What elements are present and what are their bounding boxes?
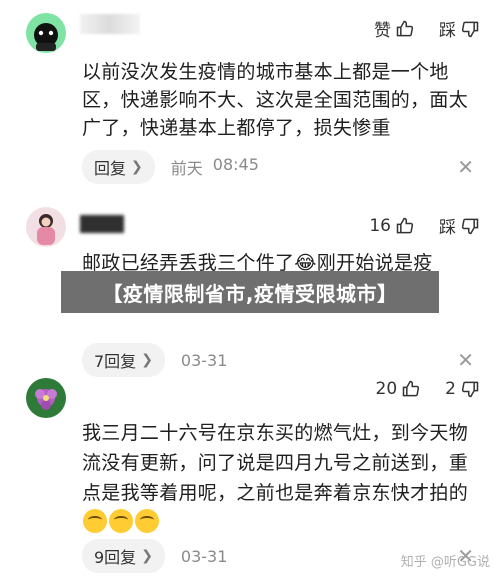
avatar[interactable] <box>26 13 66 53</box>
comment-text-body: 我三月二十六号在京东买的燃气灶，到今天物流没有更新，问了说是四月九号之前送到，重… <box>82 422 469 504</box>
like-button[interactable]: 20 <box>376 379 422 399</box>
close-icon[interactable]: ✕ <box>457 155 474 179</box>
dislike-label: 踩 <box>439 218 456 238</box>
like-count: 20 <box>375 379 398 399</box>
comment-meta: 03-31 <box>181 547 228 566</box>
thumbs-down-icon <box>461 381 479 398</box>
avatar[interactable] <box>26 378 66 418</box>
astonished-emoji-icon <box>83 509 107 533</box>
astonished-emoji-icon <box>135 509 159 533</box>
thumbs-up-icon <box>396 20 414 36</box>
comment-meta: 前天 08:45 <box>171 155 259 179</box>
thumbs-down-icon <box>461 21 479 37</box>
username-redacted <box>80 14 140 34</box>
dislike-button[interactable]: 踩 <box>439 213 480 238</box>
reply-label: 9回复 <box>94 548 137 567</box>
chevron-right-icon: ❯ <box>141 548 153 564</box>
comment-text: 我三月二十六号在京东买的燃气灶，到今天物流没有更新，问了说是四月九号之前送到，重… <box>82 418 472 538</box>
like-label: 赞 <box>374 21 391 41</box>
username-redacted <box>80 215 124 233</box>
thumbs-up-icon <box>402 380 420 397</box>
comment-item: 赞 踩 以前没次发生疫情的城市基本上都是一个地区，快递影响不大、这次是全国范围的… <box>0 0 500 195</box>
reply-button[interactable]: 回复 ❯ <box>82 150 155 184</box>
vote-bar: 16 踩 <box>369 213 480 238</box>
thumbs-up-icon <box>396 217 414 233</box>
comment-footer: 回复 ❯ 前天 08:45 ✕ <box>82 150 474 184</box>
thumbs-down-icon <box>461 218 479 234</box>
avatar[interactable] <box>26 207 66 247</box>
reply-label: 回复 <box>94 159 127 178</box>
dislike-button[interactable]: 2 <box>445 379 480 399</box>
chevron-right-icon: ❯ <box>141 352 153 368</box>
chevron-right-icon: ❯ <box>131 159 143 175</box>
dislike-button[interactable]: 踩 <box>439 16 480 41</box>
vote-bar: 赞 踩 <box>374 16 480 41</box>
like-button[interactable]: 赞 <box>374 16 415 41</box>
reply-button[interactable]: 9回复 ❯ <box>82 539 165 573</box>
dislike-count: 2 <box>445 379 456 399</box>
astonished-emoji-icon <box>109 509 133 533</box>
comment-time: 08:45 <box>212 155 259 174</box>
dislike-label: 踩 <box>439 21 456 41</box>
article-title-banner: 【疫情限制省市,疫情受限城市】 <box>61 271 439 313</box>
watermark: 知乎 @听GG说 <box>400 555 490 570</box>
like-button[interactable]: 16 <box>369 216 415 236</box>
comment-text: 以前没次发生疫情的城市基本上都是一个地区，快递影响不大、这次是全国范围的，面太广… <box>82 61 469 139</box>
comment-date: 03-31 <box>180 546 228 566</box>
like-count: 16 <box>369 215 391 236</box>
vote-bar: 20 2 <box>376 379 480 399</box>
comment-date: 前天 <box>170 159 203 178</box>
